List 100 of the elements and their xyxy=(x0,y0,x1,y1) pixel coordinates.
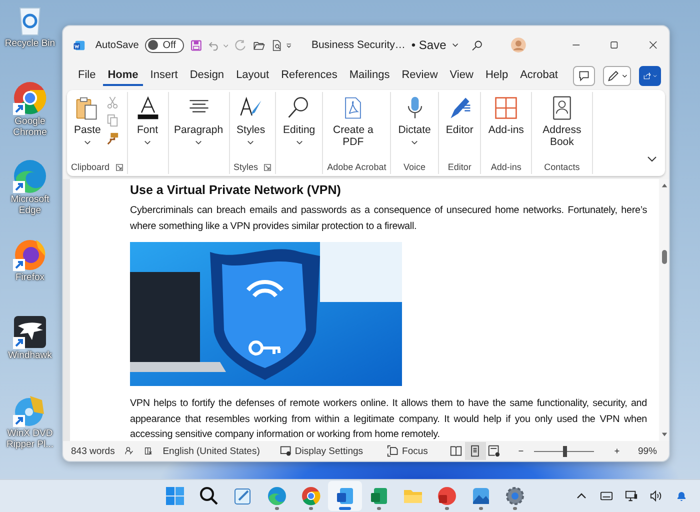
shortcut-arrow-icon xyxy=(13,181,25,193)
ribbon-group-label: Editor xyxy=(448,162,472,172)
add-ins-button[interactable]: Add-ins xyxy=(485,92,527,136)
share-button[interactable] xyxy=(639,66,661,86)
address-book-button[interactable]: Address Book xyxy=(536,92,588,148)
display-settings-button[interactable]: Display Settings xyxy=(280,445,364,457)
editing-button[interactable]: Editing xyxy=(280,92,318,146)
zoom-slider[interactable] xyxy=(534,446,594,456)
zoom-slider-thumb[interactable] xyxy=(562,446,567,456)
font-button[interactable]: Font xyxy=(132,92,164,146)
zoom-in-icon[interactable] xyxy=(614,447,620,455)
chrome-app-icon xyxy=(301,486,321,506)
ribbon-tab[interactable]: References xyxy=(276,66,342,86)
dialog-launcher-icon[interactable] xyxy=(116,164,123,170)
search-button xyxy=(199,486,219,506)
caret-icon xyxy=(622,73,627,79)
ribbon-tab[interactable]: Review xyxy=(396,66,443,86)
ribbon-tab[interactable]: View xyxy=(444,66,478,86)
running-indicator xyxy=(309,507,313,510)
ribbon-tab[interactable]: Insert xyxy=(145,66,183,86)
dialog-launcher-icon[interactable] xyxy=(264,164,272,170)
maximize-icon[interactable] xyxy=(610,40,619,50)
ribbon-group-label: Adobe Acrobat xyxy=(327,162,386,172)
create-pdf-button[interactable]: Create a PDF xyxy=(327,92,380,148)
scroll-down-icon[interactable] xyxy=(660,431,668,438)
share-icon xyxy=(643,70,651,82)
ribbon-group-label: Voice xyxy=(404,162,426,172)
close-icon[interactable] xyxy=(648,40,657,50)
vertical-scrollbar[interactable] xyxy=(659,179,669,441)
running-indicator xyxy=(445,507,449,510)
styles-button[interactable]: Styles xyxy=(234,92,268,146)
proofing-icon[interactable] xyxy=(124,445,134,457)
body-paragraph: VPN helps to fortify the defenses of remote workers online. It allows them to have the same functionality, security, and appearance that resembles working from within a legitimate company. It would help if you only used the VPN when accessing sensitive company information or working from home remotely. xyxy=(130,397,647,441)
shortcut-arrow-icon xyxy=(13,337,25,349)
network-icon[interactable] xyxy=(625,490,638,502)
paragraph-button[interactable]: Paragraph xyxy=(172,92,225,146)
caret-icon[interactable] xyxy=(452,41,459,49)
dictate-button[interactable]: Dictate xyxy=(395,92,434,146)
touch-keyboard-icon[interactable] xyxy=(600,490,613,502)
ribbon-tab[interactable]: Home xyxy=(102,66,144,86)
running-indicator xyxy=(377,507,381,510)
caret-icon xyxy=(296,139,303,146)
acrobat-app-icon xyxy=(437,486,457,506)
ribbon-tab[interactable]: Acrobat xyxy=(515,66,563,86)
focus-button[interactable]: Focus xyxy=(387,445,428,457)
ribbon-group-label: Add-ins xyxy=(490,162,522,172)
ribbon-tab[interactable]: Help xyxy=(480,66,514,86)
notification-bell-icon[interactable] xyxy=(675,490,688,502)
language-indicator[interactable]: English (United States) xyxy=(162,446,260,456)
word-count[interactable]: 843 words xyxy=(71,446,115,456)
ribbon-tab[interactable]: Mailings xyxy=(344,66,395,86)
ribbon-group-label: Contacts xyxy=(544,162,580,172)
caret-icon xyxy=(411,139,418,146)
comment-icon xyxy=(578,70,590,82)
ribbon-tab[interactable]: Design xyxy=(184,66,230,86)
ribbon-group-label: Clipboard xyxy=(71,162,110,172)
ribbon-tab[interactable]: File xyxy=(73,66,101,86)
edge-app-icon xyxy=(267,486,287,506)
addins-icon xyxy=(493,95,520,121)
shortcut-arrow-icon xyxy=(13,103,25,115)
zoom-level[interactable]: 99% xyxy=(638,446,657,456)
settings-app-icon xyxy=(505,486,525,506)
profile-avatar[interactable] xyxy=(511,36,526,54)
accessibility-icon[interactable] xyxy=(144,445,153,457)
autosave-toggle[interactable]: Off xyxy=(144,38,184,52)
running-indicator xyxy=(479,507,483,510)
pencil-icon xyxy=(607,69,620,83)
save-status[interactable]: • Save xyxy=(411,38,446,52)
display-settings-icon xyxy=(280,445,292,457)
caret-icon xyxy=(247,139,254,146)
save-icon[interactable] xyxy=(190,38,202,52)
body-paragraph: Cybercriminals can breach emails and passwords as a consequence of unsecured home networks. Fortunately, here’s where something like a VPN provides similar protection to a firewall. xyxy=(130,204,647,234)
recycle-bin-icon[interactable] xyxy=(19,8,41,36)
format-painter-icon[interactable] xyxy=(106,132,119,145)
web-view-icon xyxy=(488,445,500,457)
photos-app-icon xyxy=(471,486,491,506)
customize-toolbar-icon[interactable] xyxy=(286,42,292,48)
print-layout-button[interactable] xyxy=(464,442,486,460)
shortcut-arrow-icon xyxy=(13,415,25,427)
focus-icon xyxy=(387,445,400,457)
document-heading: Use a Virtual Private Network (VPN) xyxy=(130,183,342,197)
scroll-up-icon[interactable] xyxy=(660,182,668,189)
editor-button[interactable]: Editor xyxy=(442,92,476,136)
editing-mode-button[interactable] xyxy=(603,66,631,86)
ribbon-group-label: Styles xyxy=(234,162,258,172)
paste-button[interactable]: Paste xyxy=(71,92,104,146)
autosave-label: AutoSave xyxy=(95,40,139,50)
scrollbar-thumb[interactable] xyxy=(662,250,666,264)
taskbar-app-button[interactable] xyxy=(328,481,362,511)
ribbon-tab[interactable]: Layout xyxy=(231,66,274,86)
document-title[interactable]: Business Security… xyxy=(311,39,406,51)
running-indicator xyxy=(275,507,279,510)
excel-app-icon xyxy=(369,486,389,506)
volume-icon[interactable] xyxy=(650,490,663,502)
collapse-ribbon-icon[interactable] xyxy=(647,154,657,164)
caret-icon xyxy=(195,139,202,146)
read-view-icon xyxy=(450,445,462,457)
shortcut-arrow-icon xyxy=(13,259,25,271)
start-button xyxy=(165,486,185,506)
comments-button[interactable] xyxy=(573,66,595,86)
